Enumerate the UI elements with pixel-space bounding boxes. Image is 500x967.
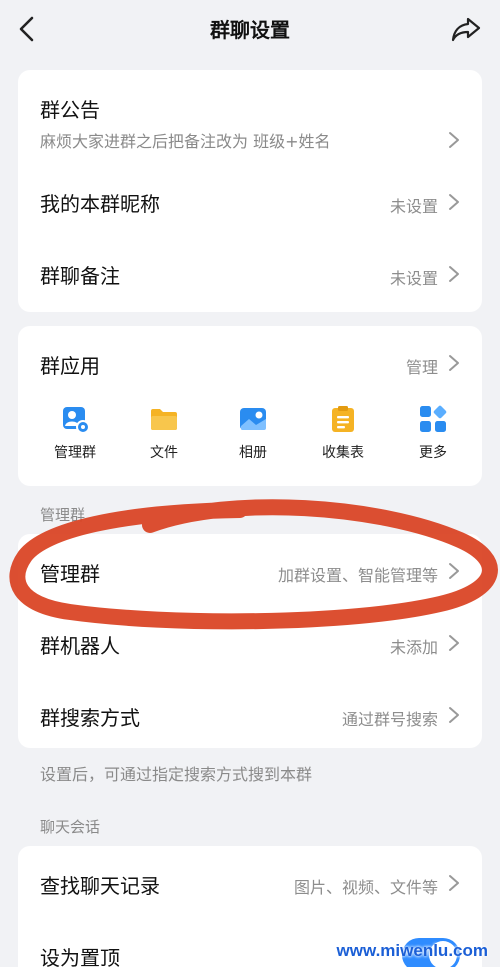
chevron-right-icon	[449, 355, 459, 371]
album-icon	[240, 408, 266, 430]
chat-history-row[interactable]: 查找聊天记录 图片、视频、文件等	[18, 846, 482, 918]
folder-icon	[151, 409, 177, 430]
group-apps-card: 群应用 管理 管理群 文件 相册 收集表 更多	[18, 326, 482, 486]
group-apps-title: 群应用	[40, 354, 100, 378]
chat-history-value: 图片、视频、文件等	[293, 878, 438, 897]
chat-history-title: 查找聊天记录	[40, 874, 160, 898]
announcement-title: 群公告	[40, 98, 100, 122]
remark-value: 未设置	[389, 269, 438, 288]
app-label: 管理群	[54, 445, 96, 461]
manage-group-icon	[63, 407, 90, 434]
chat-section-label: 聊天会话	[40, 818, 101, 836]
manage-group-value: 加群设置、智能管理等	[277, 566, 438, 585]
share-icon[interactable]	[450, 15, 482, 43]
announcement-text: 麻烦大家进群之后把备注改为 班级+姓名	[40, 132, 331, 151]
search-hint: 设置后，可通过指定搜索方式搜到本群	[40, 765, 313, 784]
app-label: 相册	[239, 445, 267, 461]
manage-group-title: 管理群	[40, 562, 100, 586]
nickname-value: 未设置	[389, 197, 438, 216]
chevron-right-icon	[449, 132, 459, 148]
page-title: 群聊设置	[210, 18, 290, 42]
app-files[interactable]: 文件	[129, 404, 199, 462]
group-search-row[interactable]: 群搜索方式 通过群号搜索	[18, 678, 482, 748]
clipboard-icon	[332, 406, 354, 432]
group-robot-title: 群机器人	[40, 634, 120, 658]
app-collect-form[interactable]: 收集表	[308, 404, 378, 462]
group-robot-row[interactable]: 群机器人 未添加	[18, 606, 482, 678]
group-search-value: 通过群号搜索	[341, 710, 438, 729]
more-grid-icon	[420, 405, 447, 432]
app-label: 文件	[150, 445, 178, 461]
chevron-right-icon	[449, 563, 459, 579]
watermark: www.miwenlu.com	[336, 941, 488, 960]
pin-chat-title: 设为置顶	[40, 946, 120, 967]
remark-title: 群聊备注	[40, 264, 120, 288]
app-more[interactable]: 更多	[398, 404, 468, 462]
chevron-right-icon	[449, 194, 459, 210]
nickname-row[interactable]: 我的本群昵称 未设置	[18, 166, 482, 238]
manage-group-row[interactable]: 管理群 加群设置、智能管理等	[18, 534, 482, 606]
group-robot-value: 未添加	[389, 638, 438, 657]
group-info-card: 群公告 麻烦大家进群之后把备注改为 班级+姓名 我的本群昵称 未设置 群聊备注 …	[18, 70, 482, 312]
manage-section-label: 管理群	[40, 506, 86, 524]
remark-row[interactable]: 群聊备注 未设置	[18, 238, 482, 312]
group-apps-row[interactable]: 群应用 管理	[18, 326, 482, 392]
manage-card: 管理群 加群设置、智能管理等 群机器人 未添加 群搜索方式 通过群号搜索	[18, 534, 482, 748]
app-label: 更多	[419, 445, 447, 461]
app-manage-group[interactable]: 管理群	[40, 404, 110, 462]
nickname-title: 我的本群昵称	[40, 192, 160, 216]
top-bar: 群聊设置	[0, 0, 500, 58]
app-label: 收集表	[322, 445, 364, 461]
group-search-title: 群搜索方式	[40, 706, 140, 730]
chevron-right-icon	[449, 635, 459, 651]
announcement-row[interactable]: 群公告 麻烦大家进群之后把备注改为 班级+姓名	[18, 70, 482, 166]
chevron-right-icon	[449, 707, 459, 723]
chevron-right-icon	[449, 875, 459, 891]
app-album[interactable]: 相册	[218, 404, 288, 462]
chevron-right-icon	[449, 266, 459, 282]
apps-manage-link[interactable]: 管理	[406, 354, 438, 378]
